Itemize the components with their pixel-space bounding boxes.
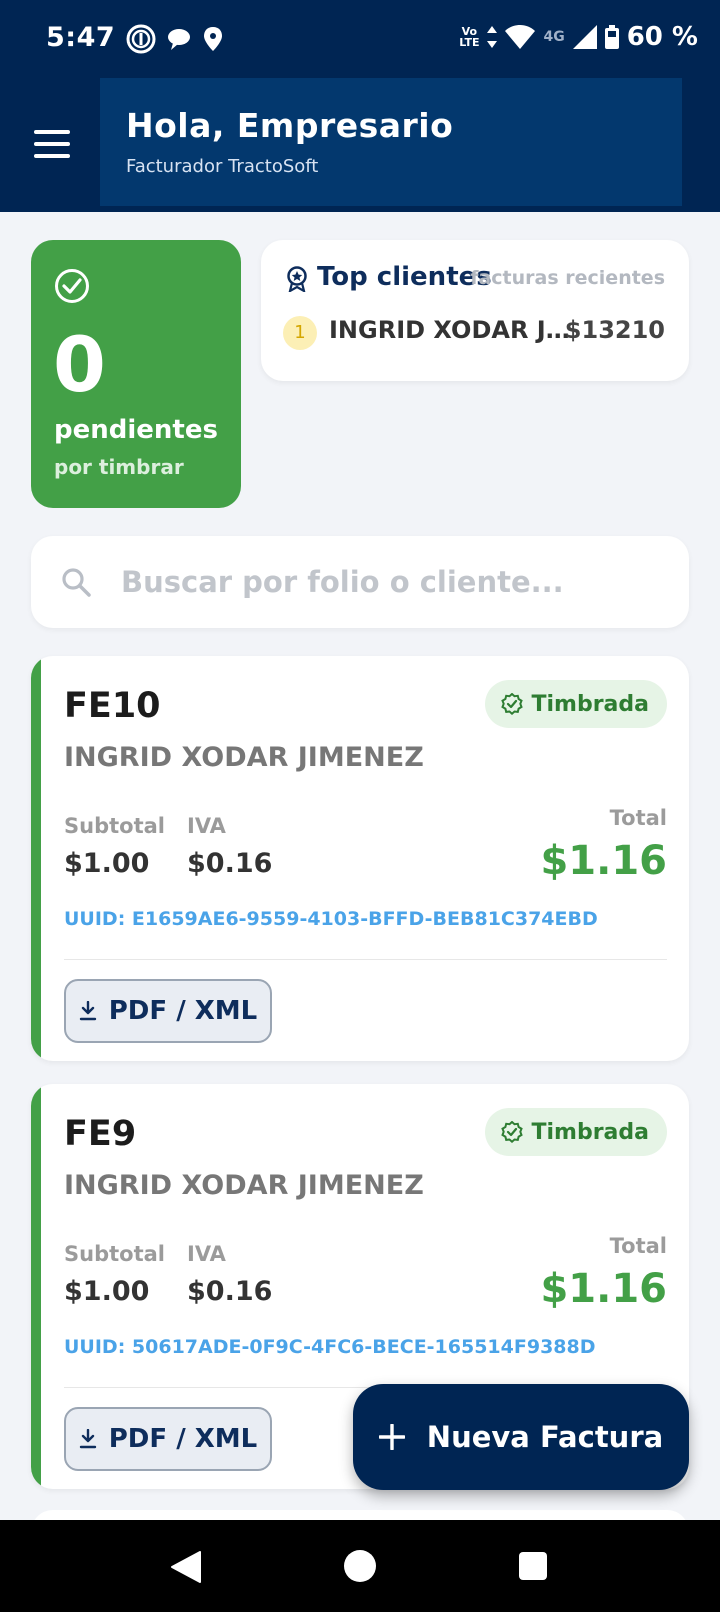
iva-label: IVA [187, 814, 226, 838]
download-pdf-xml-button[interactable]: PDF / XML [64, 979, 272, 1043]
top-clients-title: Top clientes [317, 262, 492, 292]
status-time: 5:47 [46, 22, 116, 53]
pending-card[interactable]: 0 pendientes por timbrar [31, 240, 241, 508]
top-clients-caption: facturas recientes [470, 267, 665, 289]
status-bar: 5:47 Vo LTE 4G 60 % [0, 0, 720, 78]
status-label: Timbrada [531, 691, 649, 717]
search-bar[interactable] [31, 536, 689, 628]
pending-count: 0 [53, 320, 106, 409]
iva-value: $0.16 [187, 1276, 273, 1307]
total-value: $1.16 [540, 1266, 667, 1312]
iva-value: $0.16 [187, 848, 273, 879]
battery-level: 60 % [626, 22, 698, 52]
invoice-uuid: UUID: E1659AE6-9559-4103-BFFD-BEB81C374E… [64, 908, 598, 930]
system-nav-bar [0, 1520, 720, 1612]
status-badge: Timbrada [485, 680, 667, 728]
menu-button[interactable] [34, 130, 72, 160]
subtotal-value: $1.00 [64, 848, 150, 879]
total-label: Total [609, 1234, 667, 1258]
invoice-folio: FE9 [64, 1114, 137, 1154]
verified-icon [501, 693, 524, 715]
page-title: Hola, Empresario [126, 106, 454, 145]
subtotal-label: Subtotal [64, 814, 165, 838]
back-icon[interactable] [170, 1550, 202, 1584]
recent-apps-icon[interactable] [519, 1552, 547, 1580]
invoice-status-bar [31, 656, 41, 1061]
notification-icons [126, 24, 224, 54]
download-label: PDF / XML [108, 1424, 258, 1454]
invoice-uuid: UUID: 50617ADE-0F9C-4FC6-BECE-165514F938… [64, 1336, 596, 1358]
page-subtitle: Facturador TractoSoft [126, 156, 319, 177]
new-invoice-button[interactable]: Nueva Factura [353, 1384, 689, 1490]
pending-label: pendientes [54, 415, 218, 445]
total-label: Total [609, 806, 667, 830]
divider [64, 959, 667, 960]
app-header: Hola, Empresario Facturador TractoSoft [0, 78, 720, 212]
download-label: PDF / XML [108, 996, 258, 1026]
location-notification-icon [204, 27, 222, 51]
subtotal-value: $1.00 [64, 1276, 150, 1307]
signal-icon [572, 25, 597, 49]
invoice-client: INGRID XODAR JIMENEZ [64, 1170, 424, 1201]
client-rank-badge: 1 [283, 316, 317, 350]
battery-icon [604, 25, 619, 49]
invoice-card[interactable]: FE10 Timbrada INGRID XODAR JIMENEZ Subto… [31, 656, 689, 1061]
invoice-folio: FE10 [64, 686, 161, 726]
network-type: 4G [543, 29, 565, 45]
status-label: Timbrada [531, 1119, 649, 1145]
top-client-amount: $13210 [564, 316, 665, 344]
search-icon [62, 568, 91, 597]
plus-icon [378, 1424, 405, 1450]
system-icons: Vo LTE 4G 60 % [459, 22, 698, 52]
invoice-client: INGRID XODAR JIMENEZ [64, 742, 424, 773]
volte-indicator: Vo LTE [459, 25, 480, 49]
iva-label: IVA [187, 1242, 226, 1266]
subtotal-label: Subtotal [64, 1242, 165, 1266]
chat-notification-icon [168, 29, 190, 50]
download-icon [79, 1429, 96, 1449]
data-arrows-icon [487, 26, 498, 48]
home-icon[interactable] [344, 1550, 376, 1582]
new-invoice-label: Nueva Factura [426, 1420, 664, 1454]
verified-icon [501, 1121, 524, 1143]
top-client-name[interactable]: INGRID XODAR J… [329, 316, 570, 344]
status-badge: Timbrada [485, 1108, 667, 1156]
search-input[interactable] [121, 558, 661, 606]
download-icon [79, 1001, 96, 1021]
download-pdf-xml-button[interactable]: PDF / XML [64, 1407, 272, 1471]
pending-sublabel: por timbrar [54, 455, 184, 479]
wifi-icon [505, 25, 536, 49]
fingerprint-notification-icon [126, 24, 156, 54]
check-circle-icon [55, 269, 89, 303]
top-clients-card: Top clientes facturas recientes 1 INGRID… [261, 240, 689, 381]
invoice-status-bar [31, 1084, 41, 1489]
greeting-box: Hola, Empresario Facturador TractoSoft [100, 78, 682, 206]
award-icon [287, 266, 307, 292]
total-value: $1.16 [540, 838, 667, 884]
